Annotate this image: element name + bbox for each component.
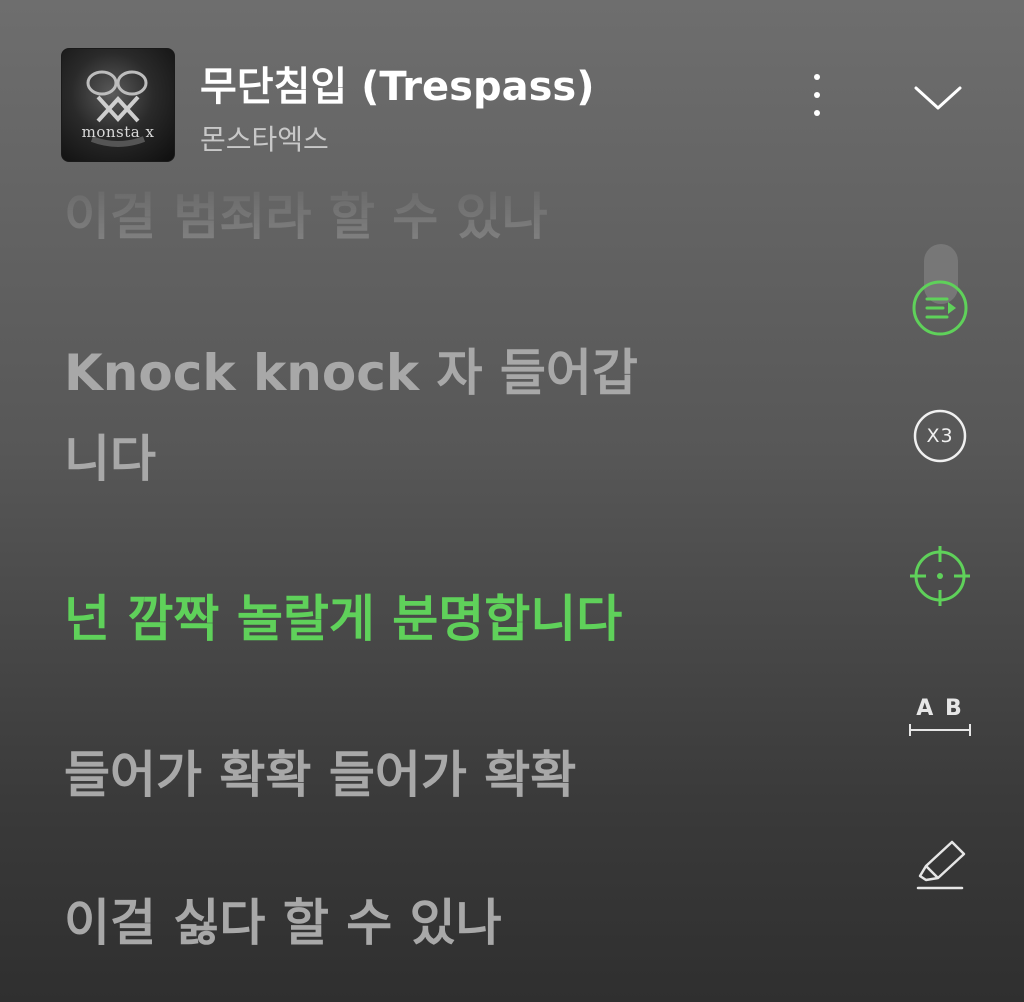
lyric-line[interactable]: Knock knock 자 들어갑	[64, 330, 638, 416]
repeat-count-label: X3	[926, 425, 954, 447]
crosshair-icon[interactable]	[908, 544, 972, 608]
lyric-line[interactable]: 니다	[64, 416, 156, 502]
album-art-graphic	[86, 70, 148, 147]
track-title: 무단침입 (Trespass)	[200, 64, 595, 110]
lyric-line[interactable]: 이걸 범죄라 할 수 있나	[64, 174, 548, 260]
album-cover[interactable]: monsta x	[61, 48, 175, 162]
chevron-down-icon[interactable]	[910, 78, 966, 118]
lyric-line[interactable]: 이걸 싫다 할 수 있나	[64, 880, 502, 966]
track-artist[interactable]: 몬스타엑스	[200, 118, 329, 158]
playlist-icon[interactable]	[910, 278, 970, 338]
album-cover-text: monsta x	[81, 123, 155, 141]
lyric-line-active[interactable]: 넌 깜짝 놀랄게 분명합니다	[64, 576, 622, 662]
highlighter-icon[interactable]	[912, 836, 972, 894]
repeat-count-button[interactable]: X3	[912, 408, 968, 464]
lyric-line[interactable]: 들어가 확확 들어가 확확	[64, 732, 576, 818]
lyrics-panel[interactable]: 이걸 범죄라 할 수 있나 Knock knock 자 들어갑 니다 넌 깜짝 …	[64, 180, 884, 1002]
ab-range-icon	[909, 724, 971, 736]
player-header: monsta x 무단침입 (Trespass) 몬스타엑스	[0, 0, 1024, 180]
more-vertical-icon[interactable]	[802, 70, 832, 122]
ab-repeat-button[interactable]: A B	[906, 696, 974, 740]
